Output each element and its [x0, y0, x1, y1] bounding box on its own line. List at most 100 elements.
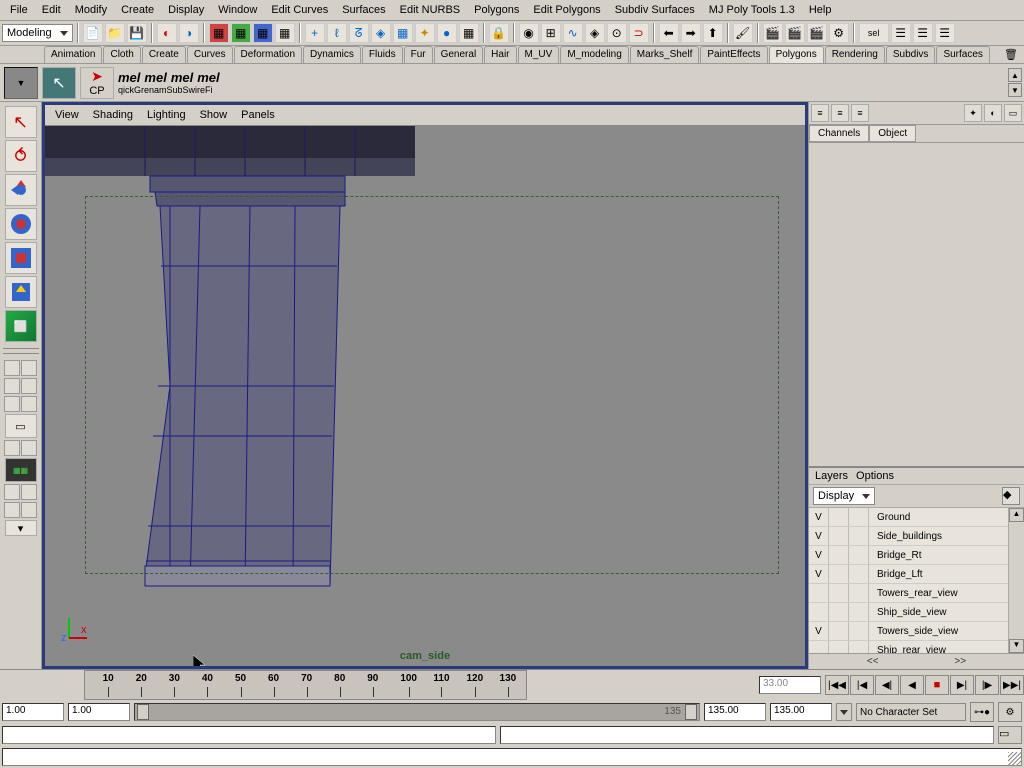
layer-name[interactable]: Towers_side_view [869, 622, 1008, 640]
key-back-button[interactable]: ◀| [875, 675, 899, 695]
rb-btn-4[interactable]: ✦ [964, 104, 982, 122]
range-slider[interactable]: 135 [134, 703, 700, 721]
layer-type[interactable] [829, 508, 849, 526]
layer-vis[interactable] [809, 584, 829, 602]
render-btn-2[interactable]: 🎬 [763, 23, 783, 43]
render-btn-5[interactable]: ⚙ [829, 23, 849, 43]
shelf-tab-dynamics[interactable]: Dynamics [303, 46, 361, 63]
snap-btn-5[interactable]: ⊙ [607, 23, 627, 43]
scale-tool[interactable] [5, 242, 37, 274]
layer-type[interactable] [829, 527, 849, 545]
layers-menu-options[interactable]: Options [856, 470, 894, 482]
time-slider[interactable]: 10 20 30 40 50 60 70 80 90 100 110 120 1… [84, 670, 527, 700]
resize-grip-icon[interactable] [1008, 752, 1022, 766]
layer-color[interactable] [849, 622, 869, 640]
layer-vis[interactable]: V [809, 546, 829, 564]
menuset-dropdown[interactable]: Modeling [2, 24, 73, 42]
layout-btn-1[interactable]: ☰ [891, 23, 911, 43]
shelf-scroll-up[interactable]: ▲ [1008, 68, 1022, 82]
snap-btn-1[interactable]: ◉ [519, 23, 539, 43]
layout-p1[interactable] [4, 440, 20, 456]
shelf-tab-painteffects[interactable]: PaintEffects [700, 46, 767, 63]
layout-h1[interactable] [4, 378, 20, 394]
open-scene-button[interactable]: 📁 [105, 23, 125, 43]
layer-color[interactable] [849, 527, 869, 545]
layers-menu-layers[interactable]: Layers [815, 470, 848, 482]
shelf-tab-marks[interactable]: Marks_Shelf [630, 46, 700, 63]
layout-h2[interactable] [21, 378, 37, 394]
layout-p2[interactable] [21, 440, 37, 456]
rb-btn-5[interactable]: ◐ [984, 104, 1002, 122]
layer-name[interactable]: Ship_side_view [869, 603, 1008, 621]
render-btn-4[interactable]: 🎬 [807, 23, 827, 43]
sel-btn-3[interactable]: ▦ [253, 23, 273, 43]
menu-display[interactable]: Display [162, 2, 210, 18]
shelf-tab-muv[interactable]: M_UV [518, 46, 560, 63]
layout-pref-3[interactable]: ▾ [5, 520, 37, 536]
layers-type-dropdown[interactable]: Display [813, 487, 875, 505]
layout-btn-2[interactable]: ☰ [913, 23, 933, 43]
range-start-field[interactable]: 1.00 [68, 703, 130, 721]
shelf-scroll-down[interactable]: ▼ [1008, 83, 1022, 97]
rb-btn-6[interactable]: ▭ [1004, 104, 1022, 122]
move-tool[interactable] [5, 174, 37, 206]
layout-v1[interactable] [4, 396, 20, 412]
mask-btn-2[interactable]: ℓ [327, 23, 347, 43]
panel-menu-panels[interactable]: Panels [235, 107, 281, 123]
menu-mjpolytools[interactable]: MJ Poly Tools 1.3 [703, 2, 801, 18]
shelf-tab-create[interactable]: Create [142, 46, 186, 63]
shelf-tab-fur[interactable]: Fur [404, 46, 433, 63]
command-input[interactable] [2, 726, 496, 744]
snap-btn-6[interactable]: ⊃ [629, 23, 649, 43]
mask-btn-5[interactable]: ▦ [393, 23, 413, 43]
shelf-tab-mmodeling[interactable]: M_modeling [560, 46, 628, 63]
mask-btn-3[interactable]: ᘔ [349, 23, 369, 43]
layer-name[interactable]: Side_buildings [869, 527, 1008, 545]
layer-name[interactable]: Ground [869, 508, 1008, 526]
layer-color[interactable] [849, 641, 869, 653]
sel-btn-1[interactable]: ▦ [209, 23, 229, 43]
layer-row[interactable]: Ship_rear_view [809, 641, 1008, 653]
rb-btn-3[interactable]: ≡ [851, 104, 869, 122]
menu-help[interactable]: Help [803, 2, 838, 18]
lasso-tool[interactable]: ⥀ [5, 140, 37, 172]
anim-end-field[interactable]: 135.00 [770, 703, 832, 721]
range-handle-start[interactable] [137, 704, 149, 720]
last-tool[interactable]: ⬜ [5, 310, 37, 342]
range-handle-end[interactable] [685, 704, 697, 720]
mask-btn-8[interactable]: ▦ [459, 23, 479, 43]
layer-vis[interactable]: V [809, 508, 829, 526]
layout-btn-3[interactable]: ☰ [935, 23, 955, 43]
panel-menu-lighting[interactable]: Lighting [141, 107, 192, 123]
goto-end-button[interactable]: ▶▶| [1000, 675, 1024, 695]
history-btn-1[interactable]: ⬅ [659, 23, 679, 43]
menu-subdiv[interactable]: Subdiv Surfaces [609, 2, 701, 18]
shelf-cursor-icon[interactable]: ↖ [42, 67, 76, 99]
layer-type[interactable] [829, 584, 849, 602]
tab-object[interactable]: Object [869, 125, 916, 142]
autokey-button[interactable]: ⊶● [970, 702, 994, 722]
layer-color[interactable] [849, 546, 869, 564]
layout-p3[interactable] [4, 484, 20, 500]
panel-menu-shading[interactable]: Shading [87, 107, 139, 123]
shelf-tab-subdivs[interactable]: Subdivs [886, 46, 936, 63]
key-fwd-button[interactable]: |▶ [975, 675, 999, 695]
sel-btn-2[interactable]: ▦ [231, 23, 251, 43]
shelf-tab-deformation[interactable]: Deformation [234, 46, 302, 63]
rb-btn-2[interactable]: ≡ [831, 104, 849, 122]
script-editor-button[interactable]: ▭ [998, 726, 1022, 744]
layer-vis[interactable] [809, 641, 829, 653]
layer-row[interactable]: V Ground [809, 508, 1008, 527]
history-btn-3[interactable]: ⬆ [703, 23, 723, 43]
snap-btn-3[interactable]: ∿ [563, 23, 583, 43]
layout-p5[interactable] [4, 502, 20, 518]
trash-icon[interactable]: 🗑 [998, 46, 1024, 63]
prefs-button[interactable]: ⚙ [998, 702, 1022, 722]
shelf-tab-hair[interactable]: Hair [484, 46, 516, 63]
shelf-tab-curves[interactable]: Curves [187, 46, 233, 63]
range-end-field[interactable]: 135.00 [704, 703, 766, 721]
tab-channels[interactable]: Channels [809, 125, 869, 142]
layer-vis[interactable]: V [809, 527, 829, 545]
save-scene-button[interactable]: 💾 [127, 23, 147, 43]
shelf-tab-polygons[interactable]: Polygons [769, 46, 824, 63]
